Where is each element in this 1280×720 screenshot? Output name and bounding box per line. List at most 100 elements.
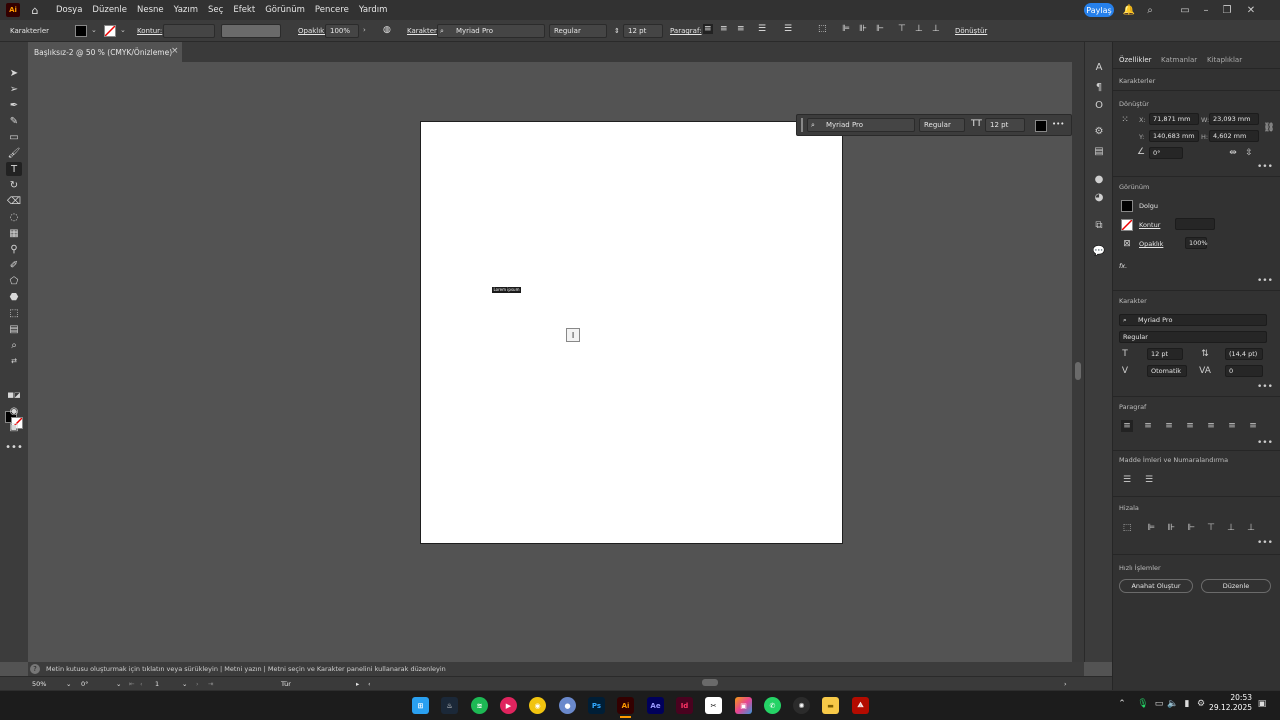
- more-options-icon[interactable]: •••: [1052, 120, 1064, 128]
- justify-center-icon[interactable]: ≡: [1205, 420, 1217, 432]
- height-field[interactable]: 4,602 mm: [1209, 130, 1259, 142]
- rectangle-tool-icon[interactable]: ▭: [6, 130, 22, 144]
- swap-colors-icon[interactable]: ⇄: [6, 354, 22, 368]
- opentype-panel-icon[interactable]: O: [1092, 98, 1106, 112]
- color-mode-icon[interactable]: ■◪: [6, 388, 22, 402]
- more-tools-icon[interactable]: •••: [5, 440, 23, 454]
- opacity-label[interactable]: Opaklık:: [298, 27, 327, 35]
- live-paint-tool-icon[interactable]: ⬣: [6, 290, 22, 304]
- font-size-field[interactable]: 12 pt: [623, 24, 663, 38]
- swatches-panel-icon[interactable]: ◕: [1092, 190, 1106, 204]
- font-style-select[interactable]: Regular: [549, 24, 607, 38]
- windows-start-icon[interactable]: ⊞: [412, 697, 429, 714]
- battery-icon[interactable]: ▮: [1181, 698, 1193, 710]
- transform-label[interactable]: Dönüştür: [955, 27, 987, 35]
- share-button[interactable]: Paylaş: [1084, 3, 1114, 17]
- spotify-icon[interactable]: ≋: [471, 697, 488, 714]
- gallery-icon[interactable]: ▣: [735, 697, 752, 714]
- graph-tool-icon[interactable]: ▤: [6, 322, 22, 336]
- align-h-center-icon[interactable]: ⊪: [1165, 522, 1177, 534]
- search-icon[interactable]: ⌕: [1143, 3, 1157, 17]
- align-right-edges-icon[interactable]: ⊩: [1185, 522, 1197, 534]
- notification-icon[interactable]: ▣: [1256, 698, 1268, 710]
- character-label[interactable]: Karakter:: [407, 27, 439, 35]
- menu-efekt[interactable]: Efekt: [233, 5, 255, 15]
- numbering-icon[interactable]: ☰: [784, 24, 792, 34]
- photoshop-icon[interactable]: Ps: [588, 697, 605, 714]
- type-tool-icon[interactable]: T: [6, 162, 22, 176]
- align-center-icon[interactable]: ≡: [720, 24, 728, 34]
- align-to-icon[interactable]: ⬚: [818, 24, 827, 34]
- eraser-tool-icon[interactable]: ⌫: [6, 194, 22, 208]
- gradient-tool-icon[interactable]: ▦: [6, 226, 22, 240]
- align-left-edges-icon[interactable]: ⊫: [1145, 522, 1157, 534]
- file-explorer-icon[interactable]: ▬: [822, 697, 839, 714]
- app-icon[interactable]: ●: [559, 697, 576, 714]
- flip-horizontal-icon[interactable]: ⇹: [1227, 147, 1239, 159]
- stroke-weight-field[interactable]: [163, 24, 215, 38]
- align-right-icon[interactable]: ≡: [737, 24, 745, 34]
- align-left-icon[interactable]: ≡: [1121, 420, 1133, 432]
- leading-field[interactable]: (14,4 pt): [1225, 348, 1263, 360]
- indesign-icon[interactable]: Id: [676, 697, 693, 714]
- character-panel-icon[interactable]: A: [1092, 60, 1106, 74]
- eyedropper-tool-icon[interactable]: ✐: [6, 258, 22, 272]
- opacity-field[interactable]: 100%: [325, 24, 359, 38]
- rotate-tool-icon[interactable]: ↻: [6, 178, 22, 192]
- properties-panel-icon[interactable]: ⚙: [1092, 124, 1106, 138]
- align-to-icon[interactable]: ⬚: [1121, 522, 1133, 534]
- chatgpt-icon[interactable]: ✺: [793, 697, 810, 714]
- acrobat-icon[interactable]: ⟁: [852, 697, 869, 714]
- artboard-number-field[interactable]: 1: [155, 680, 159, 688]
- screen-mode-icon[interactable]: ▣: [6, 420, 22, 434]
- edit-button[interactable]: Düzenle: [1201, 579, 1271, 593]
- chrome-icon[interactable]: ◉: [529, 697, 546, 714]
- next-artboard-icon[interactable]: ›: [196, 680, 199, 688]
- menu-duzenle[interactable]: Düzenle: [92, 5, 127, 15]
- menu-nesne[interactable]: Nesne: [137, 5, 164, 15]
- chevron-down-icon[interactable]: ⌄: [91, 26, 97, 34]
- zoom-tool-icon[interactable]: ⌕: [6, 338, 22, 352]
- selection-tool-icon[interactable]: ➤: [6, 66, 22, 80]
- width-field[interactable]: 23,093 mm: [1209, 113, 1259, 125]
- system-clock[interactable]: 20:53 29.12.2025: [1208, 693, 1252, 713]
- justify-all-icon[interactable]: ≡: [1247, 420, 1259, 432]
- volume-icon[interactable]: 🔈: [1167, 698, 1179, 710]
- microphone-icon[interactable]: 🎙: [1137, 698, 1149, 710]
- shape-builder-tool-icon[interactable]: ⬠: [6, 274, 22, 288]
- paragraph-label[interactable]: Paragraf:: [670, 27, 702, 35]
- drag-handle[interactable]: [801, 118, 803, 132]
- align-top-icon[interactable]: ⊤: [1205, 522, 1217, 534]
- chevron-right-icon[interactable]: ›: [363, 26, 366, 34]
- numbering-icon[interactable]: ☰: [1143, 474, 1155, 486]
- context-style-select[interactable]: Regular: [919, 118, 965, 132]
- draw-mode-icon[interactable]: ◉: [6, 404, 22, 418]
- align-left-icon[interactable]: ≡: [703, 24, 713, 34]
- lasso-tool-icon[interactable]: ◌: [6, 210, 22, 224]
- angle-field[interactable]: 0°: [1149, 147, 1183, 159]
- tracking-field[interactable]: 0: [1225, 365, 1263, 377]
- first-artboard-icon[interactable]: ⇤: [129, 680, 134, 688]
- play-icon[interactable]: ▸: [356, 680, 359, 688]
- bell-icon[interactable]: 🔔: [1122, 3, 1136, 17]
- menu-pencere[interactable]: Pencere: [315, 5, 349, 15]
- align-top-icon[interactable]: ⊤: [898, 24, 906, 34]
- more-options-icon[interactable]: •••: [1257, 538, 1273, 548]
- stroke-label[interactable]: Kontur:: [137, 27, 162, 35]
- align-center-icon[interactable]: ≡: [1142, 420, 1154, 432]
- fill-swatch[interactable]: [1121, 200, 1133, 212]
- tab-properties[interactable]: Özellikler: [1119, 56, 1152, 64]
- artboard-tool-icon[interactable]: ⬚: [6, 306, 22, 320]
- bullets-icon[interactable]: ☰: [1121, 474, 1133, 486]
- stroke-swatch[interactable]: [104, 25, 116, 37]
- chevron-down-icon[interactable]: ⌄: [66, 680, 71, 688]
- align-v-center-icon[interactable]: ⊥: [915, 24, 923, 34]
- stroke-label[interactable]: Kontur: [1139, 221, 1160, 229]
- rotation-field[interactable]: 0°: [81, 680, 88, 688]
- scroll-left-icon[interactable]: ‹: [368, 680, 371, 688]
- menu-yardim[interactable]: Yardım: [359, 5, 388, 15]
- link-icon[interactable]: ⛓: [1263, 122, 1275, 134]
- font-size-field[interactable]: 12 pt: [1147, 348, 1183, 360]
- align-right-edges-icon[interactable]: ⊩: [876, 24, 884, 34]
- more-options-icon[interactable]: •••: [1257, 438, 1273, 448]
